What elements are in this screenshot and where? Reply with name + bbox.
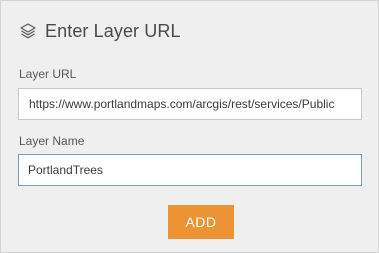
layer-name-input[interactable] [18, 154, 362, 186]
add-button[interactable]: ADD [168, 205, 234, 239]
panel-header: Enter Layer URL [19, 19, 181, 43]
layer-url-label: Layer URL [19, 67, 77, 81]
panel-title: Enter Layer URL [45, 20, 181, 41]
layers-icon [19, 22, 37, 40]
layer-url-input[interactable] [18, 88, 362, 120]
add-layer-panel: Enter Layer URL Layer URL Layer Name ADD [0, 0, 379, 253]
layer-name-label: Layer Name [19, 134, 85, 148]
